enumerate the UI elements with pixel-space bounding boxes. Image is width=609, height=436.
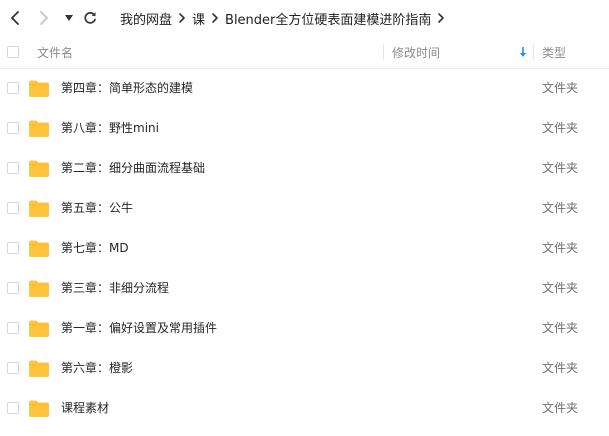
file-row[interactable]: 第一章：偏好设置及常用插件 文件夹: [0, 308, 609, 348]
file-name[interactable]: 第三章：非细分流程: [61, 268, 169, 308]
column-type-header[interactable]: 类型: [542, 36, 566, 68]
folder-icon: [29, 280, 49, 297]
breadcrumb: 我的网盘 课 Blender全方位硬表面建模进阶指南: [120, 0, 451, 36]
select-all-checkbox[interactable]: [7, 46, 19, 58]
folder-icon: [29, 240, 49, 257]
file-type: 文件夹: [542, 321, 579, 335]
column-modified-header[interactable]: 修改时间: [392, 36, 440, 68]
chevron-left-icon: [11, 11, 19, 25]
row-checkbox[interactable]: [7, 202, 19, 214]
column-divider: [533, 44, 534, 60]
file-type: 文件夹: [542, 281, 579, 295]
chevron-right-icon: [40, 11, 48, 25]
breadcrumb-item[interactable]: 我的网盘: [120, 9, 172, 28]
file-row[interactable]: 第七章：MD 文件夹: [0, 228, 609, 268]
file-name[interactable]: 第七章：MD: [61, 228, 129, 268]
file-row[interactable]: 第三章：非细分流程 文件夹: [0, 268, 609, 308]
file-name[interactable]: 第二章：细分曲面流程基础: [61, 148, 205, 188]
row-checkbox[interactable]: [7, 122, 19, 134]
breadcrumb-item[interactable]: 课: [192, 9, 205, 28]
file-name[interactable]: 第六章：橙影: [61, 348, 133, 388]
folder-icon: [29, 80, 49, 97]
history-dropdown-button[interactable]: [62, 7, 76, 29]
file-type: 文件夹: [542, 201, 579, 215]
folder-icon: [29, 320, 49, 337]
folder-icon: [29, 160, 49, 177]
file-row[interactable]: 第八章：野性mini 文件夹: [0, 108, 609, 148]
file-type: 文件夹: [542, 81, 579, 95]
row-checkbox[interactable]: [7, 322, 19, 334]
file-name[interactable]: 第一章：偏好设置及常用插件: [61, 308, 217, 348]
folder-icon: [29, 120, 49, 137]
column-name-header[interactable]: 文件名: [37, 36, 73, 68]
file-type: 文件夹: [542, 241, 579, 255]
back-button[interactable]: [6, 7, 24, 29]
breadcrumb-separator-icon: [437, 12, 445, 24]
row-checkbox[interactable]: [7, 162, 19, 174]
forward-button[interactable]: [35, 7, 53, 29]
row-checkbox[interactable]: [7, 282, 19, 294]
folder-icon: [29, 360, 49, 377]
column-divider: [383, 44, 384, 60]
folder-icon: [29, 200, 49, 217]
file-name[interactable]: 第八章：野性mini: [61, 108, 159, 148]
folder-icon: [29, 400, 49, 417]
file-row[interactable]: 第二章：细分曲面流程基础 文件夹: [0, 148, 609, 188]
file-type: 文件夹: [542, 361, 579, 375]
sort-down-arrow-icon[interactable]: [519, 36, 527, 68]
file-name[interactable]: 第四章：简单形态的建模: [61, 68, 193, 108]
file-name[interactable]: 课程素材: [61, 388, 109, 428]
column-header: 文件名 修改时间 类型: [0, 36, 609, 69]
toolbar: 我的网盘 课 Blender全方位硬表面建模进阶指南: [0, 0, 609, 36]
breadcrumb-separator-icon: [211, 12, 219, 24]
file-row[interactable]: 第五章：公牛 文件夹: [0, 188, 609, 228]
file-type: 文件夹: [542, 161, 579, 175]
refresh-icon: [84, 12, 96, 24]
file-type: 文件夹: [542, 121, 579, 135]
refresh-button[interactable]: [81, 7, 99, 29]
file-row[interactable]: 第六章：橙影 文件夹: [0, 348, 609, 388]
caret-down-icon: [65, 15, 73, 21]
breadcrumb-separator-icon: [178, 12, 186, 24]
file-name[interactable]: 第五章：公牛: [61, 188, 133, 228]
file-type: 文件夹: [542, 401, 579, 415]
file-row[interactable]: 第四章：简单形态的建模 文件夹: [0, 68, 609, 108]
row-checkbox[interactable]: [7, 242, 19, 254]
row-checkbox[interactable]: [7, 362, 19, 374]
row-checkbox[interactable]: [7, 82, 19, 94]
row-checkbox[interactable]: [7, 402, 19, 414]
file-row[interactable]: 课程素材 文件夹: [0, 388, 609, 428]
breadcrumb-item[interactable]: Blender全方位硬表面建模进阶指南: [225, 9, 431, 28]
